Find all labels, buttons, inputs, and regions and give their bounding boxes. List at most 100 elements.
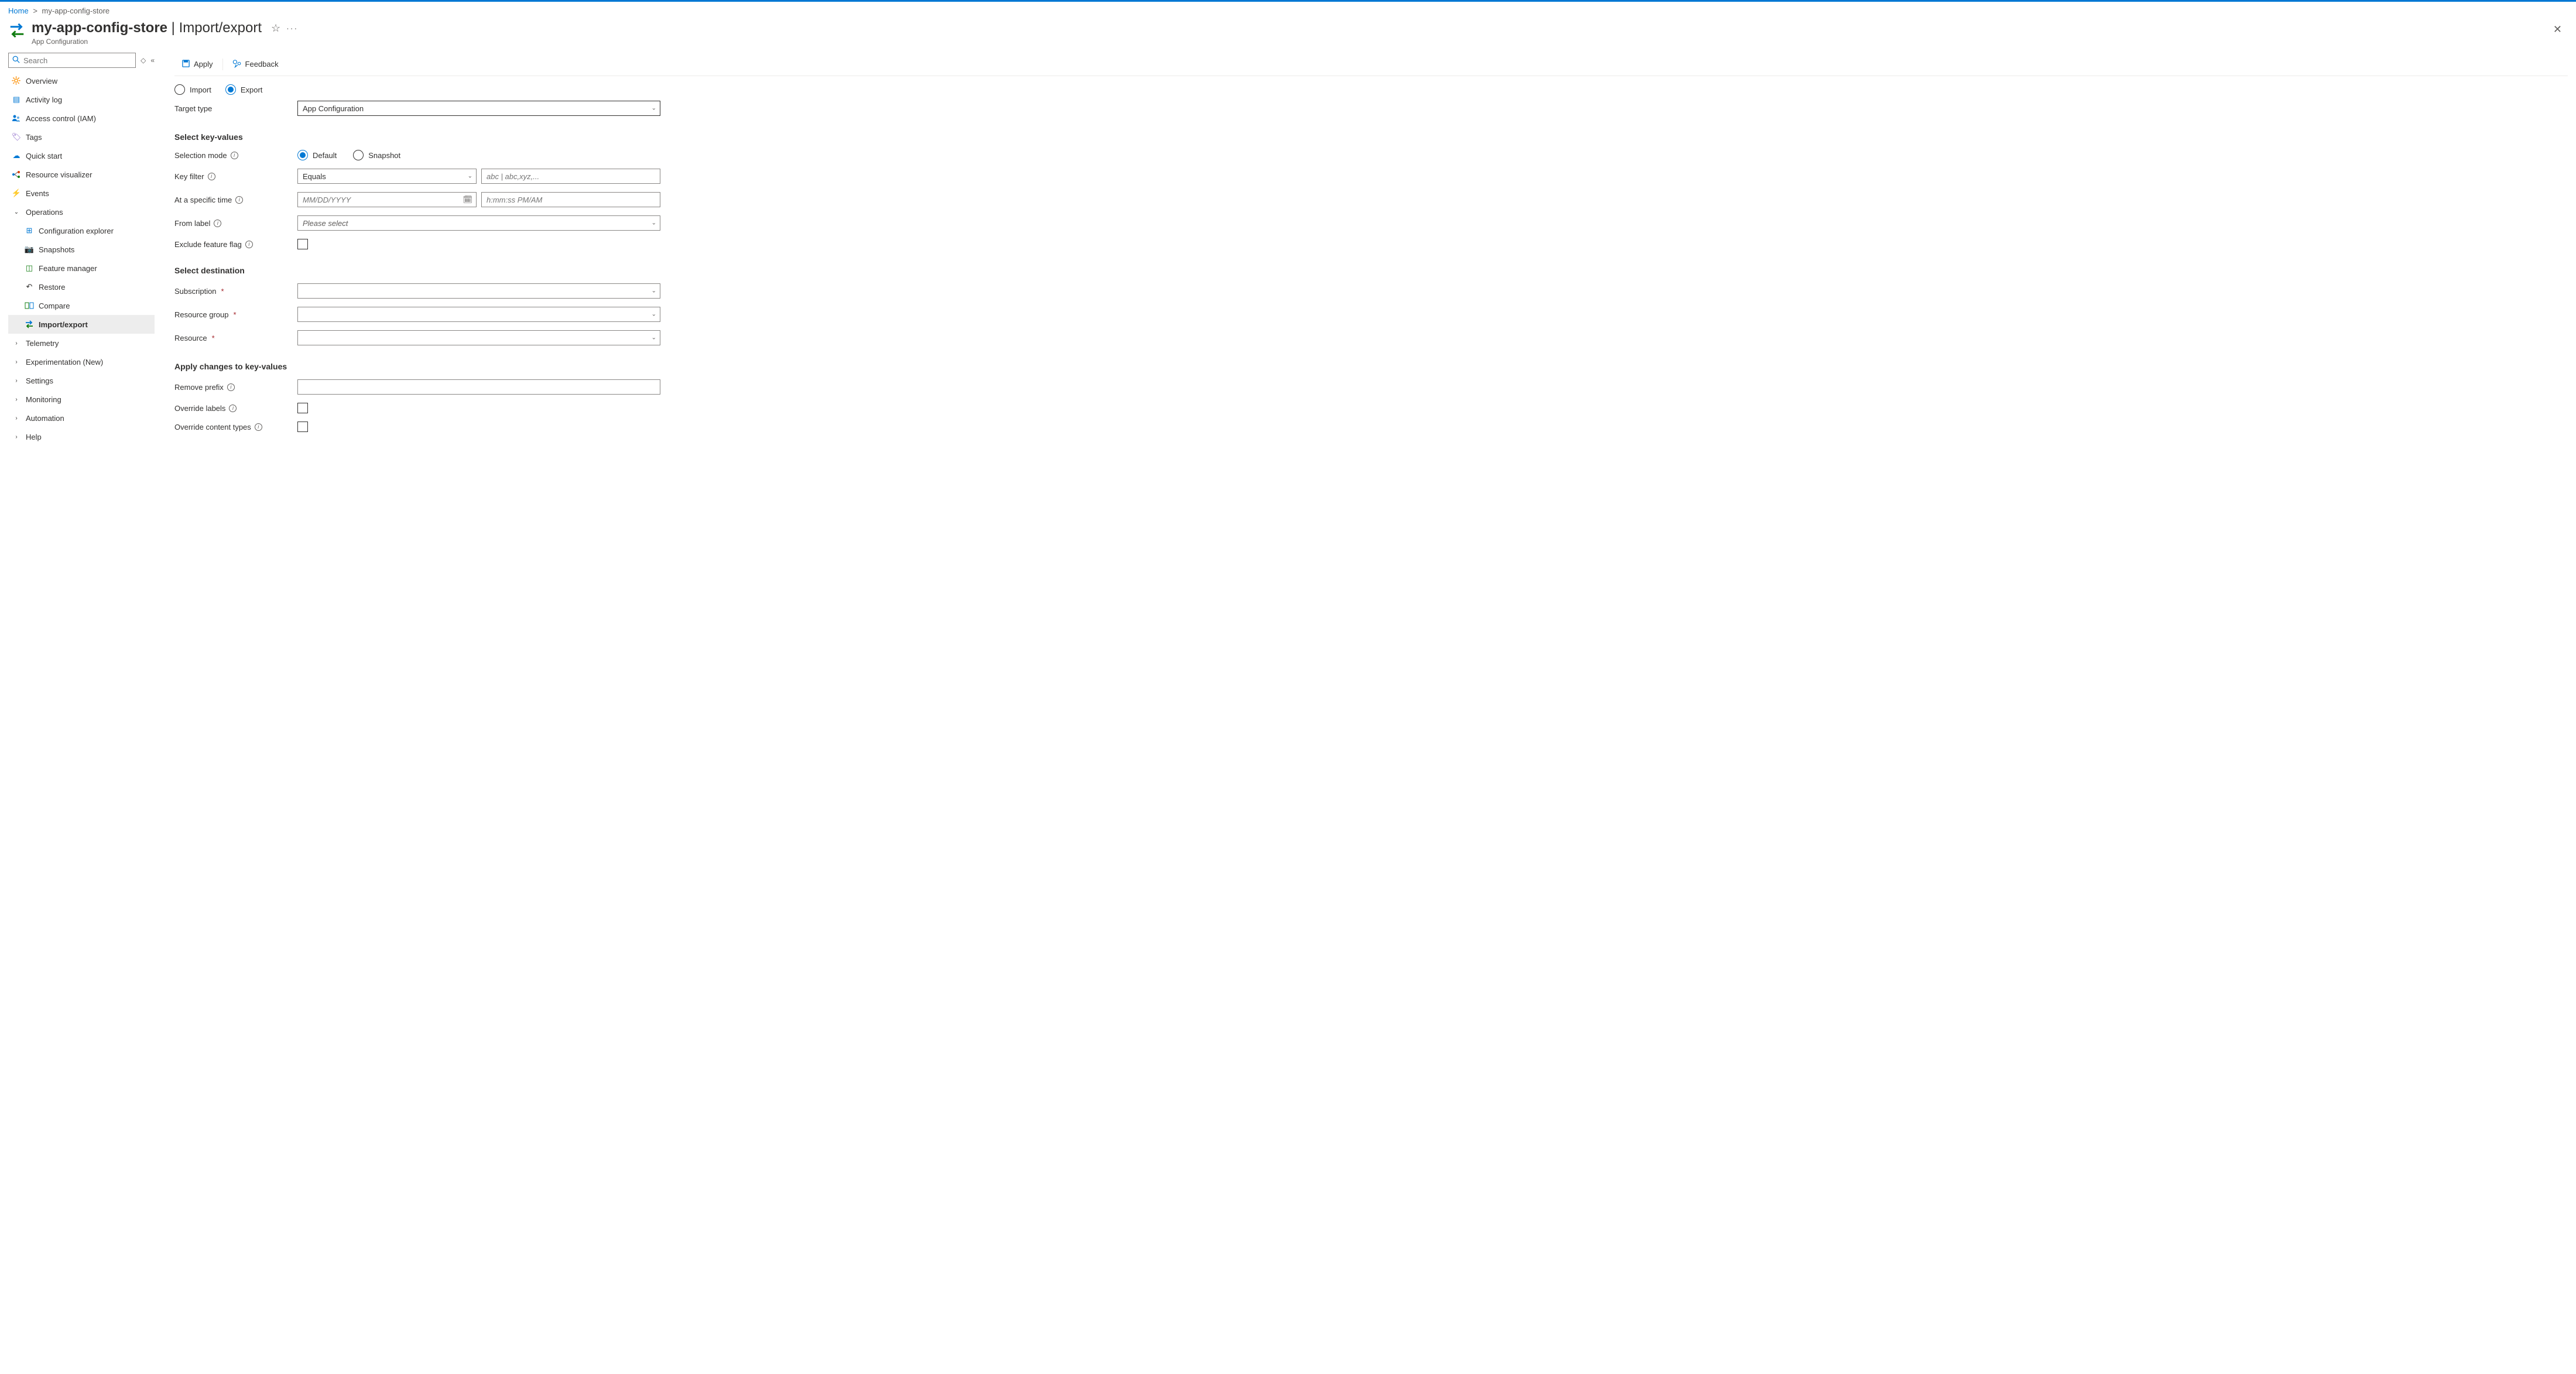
section-apply-changes: Apply changes to key-values (174, 362, 660, 371)
key-filter-operator-select[interactable]: Equals⌄ (297, 169, 477, 184)
nav-restore[interactable]: ↶Restore (8, 277, 155, 296)
chevron-down-icon: ⌄ (652, 335, 656, 341)
snapshots-icon: 📷 (25, 245, 34, 254)
overview-icon: 🔆 (12, 76, 21, 85)
nav-quick-start[interactable]: ☁Quick start (8, 146, 155, 165)
toolbar: Apply Feedback (174, 53, 2568, 76)
subscription-label: Subscription* (174, 287, 292, 296)
nav-compare[interactable]: Compare (8, 296, 155, 315)
section-select-destination: Select destination (174, 266, 660, 275)
chevron-down-icon: ⌄ (652, 311, 656, 318)
nav-group-settings[interactable]: ›Settings (8, 371, 155, 390)
info-icon[interactable]: i (227, 383, 235, 391)
sidebar-collapse-button[interactable]: « (150, 56, 155, 64)
info-icon[interactable]: i (255, 423, 262, 431)
resource-group-select[interactable]: ⌄ (297, 307, 660, 322)
restore-icon: ↶ (25, 282, 34, 292)
chevron-right-icon: › (12, 359, 21, 365)
info-icon[interactable]: i (231, 152, 238, 159)
feedback-button[interactable]: Feedback (225, 53, 286, 76)
sidebar-search[interactable] (8, 53, 136, 68)
nav-snapshots[interactable]: 📷Snapshots (8, 240, 155, 259)
events-icon: ⚡ (12, 189, 21, 198)
resource-select[interactable]: ⌄ (297, 330, 660, 345)
nav-tags[interactable]: 🏷Tags (8, 128, 155, 146)
apply-button[interactable]: Apply (174, 53, 220, 76)
info-icon[interactable]: i (235, 196, 243, 204)
favorite-button[interactable]: ☆ (271, 22, 280, 35)
import-export-nav-icon (25, 320, 34, 329)
nav-group-experimentation[interactable]: ›Experimentation (New) (8, 352, 155, 371)
chevron-down-icon: ⌄ (652, 220, 656, 227)
nav-group-help[interactable]: ›Help (8, 427, 155, 446)
nav-resource-visualizer[interactable]: Resource visualizer (8, 165, 155, 184)
override-labels-label: Override labelsi (174, 404, 292, 413)
date-input[interactable]: 🗓 (297, 192, 477, 207)
page-subtitle: App Configuration (32, 37, 2547, 46)
nav-access-control[interactable]: Access control (IAM) (8, 109, 155, 128)
info-icon[interactable]: i (229, 405, 237, 412)
override-content-types-label: Override content typesi (174, 423, 292, 431)
import-export-icon (8, 22, 26, 39)
nav-configuration-explorer[interactable]: ⊞Configuration explorer (8, 221, 155, 240)
chevron-down-icon: ⌄ (652, 288, 656, 294)
chevron-down-icon: ⌄ (652, 105, 656, 112)
remove-prefix-input[interactable] (297, 379, 660, 395)
key-filter-label: Key filteri (174, 172, 292, 181)
chevron-down-icon: ⌄ (468, 173, 472, 180)
time-input[interactable] (481, 192, 660, 207)
chevron-right-icon: › (12, 378, 21, 384)
section-select-keyvalues: Select key-values (174, 132, 660, 142)
info-icon[interactable]: i (245, 241, 253, 248)
selection-default-radio[interactable]: Default (297, 150, 337, 160)
nav-import-export[interactable]: Import/export (8, 315, 155, 334)
selection-mode-label: Selection modei (174, 151, 292, 160)
exclude-ff-checkbox[interactable] (297, 239, 308, 249)
calendar-icon[interactable]: 🗓 (463, 195, 472, 204)
chevron-down-icon: ⌄ (12, 209, 21, 215)
override-content-types-checkbox[interactable] (297, 422, 308, 432)
sidebar-sort-button[interactable]: ◇ (141, 56, 146, 64)
tag-icon: 🏷 (12, 132, 21, 142)
target-type-label: Target type (174, 104, 292, 113)
breadcrumb-separator: > (33, 6, 37, 15)
info-icon[interactable]: i (208, 173, 215, 180)
from-label-label: From labeli (174, 219, 292, 228)
resource-group-label: Resource group* (174, 310, 292, 319)
activity-log-icon: ▤ (12, 95, 21, 104)
visualizer-icon (12, 170, 21, 179)
nav-activity-log[interactable]: ▤Activity log (8, 90, 155, 109)
exclude-ff-label: Exclude feature flagi (174, 240, 292, 249)
sidebar: ◇ « 🔆Overview ▤Activity log Access contr… (8, 53, 155, 450)
export-radio[interactable]: Export (225, 84, 263, 95)
subscription-select[interactable]: ⌄ (297, 283, 660, 299)
nav-events[interactable]: ⚡Events (8, 184, 155, 203)
target-type-select[interactable]: App Configuration⌄ (297, 101, 660, 116)
apply-icon (181, 59, 190, 70)
breadcrumb-home[interactable]: Home (8, 6, 29, 15)
breadcrumb: Home > my-app-config-store (0, 2, 2576, 18)
specific-time-label: At a specific timei (174, 196, 292, 204)
search-icon (12, 56, 20, 65)
resource-label: Resource* (174, 334, 292, 342)
nav-group-operations[interactable]: ⌄Operations (8, 203, 155, 221)
nav-group-monitoring[interactable]: ›Monitoring (8, 390, 155, 409)
nav-feature-manager[interactable]: ◫Feature manager (8, 259, 155, 277)
nav-overview[interactable]: 🔆Overview (8, 71, 155, 90)
toolbar-separator (222, 59, 223, 70)
info-icon[interactable]: i (214, 220, 221, 227)
import-radio[interactable]: Import (174, 84, 211, 95)
close-button[interactable]: ✕ (2547, 20, 2568, 39)
feedback-icon (232, 59, 242, 70)
chevron-right-icon: › (12, 415, 21, 422)
override-labels-checkbox[interactable] (297, 403, 308, 413)
feature-manager-icon: ◫ (25, 263, 34, 273)
nav-group-automation[interactable]: ›Automation (8, 409, 155, 427)
nav-group-telemetry[interactable]: ›Telemetry (8, 334, 155, 352)
selection-snapshot-radio[interactable]: Snapshot (353, 150, 400, 160)
sidebar-search-input[interactable] (23, 56, 132, 65)
chevron-right-icon: › (12, 434, 21, 440)
more-actions-button[interactable]: ··· (286, 23, 298, 33)
from-label-select[interactable]: Please select⌄ (297, 215, 660, 231)
key-filter-value-input[interactable] (481, 169, 660, 184)
